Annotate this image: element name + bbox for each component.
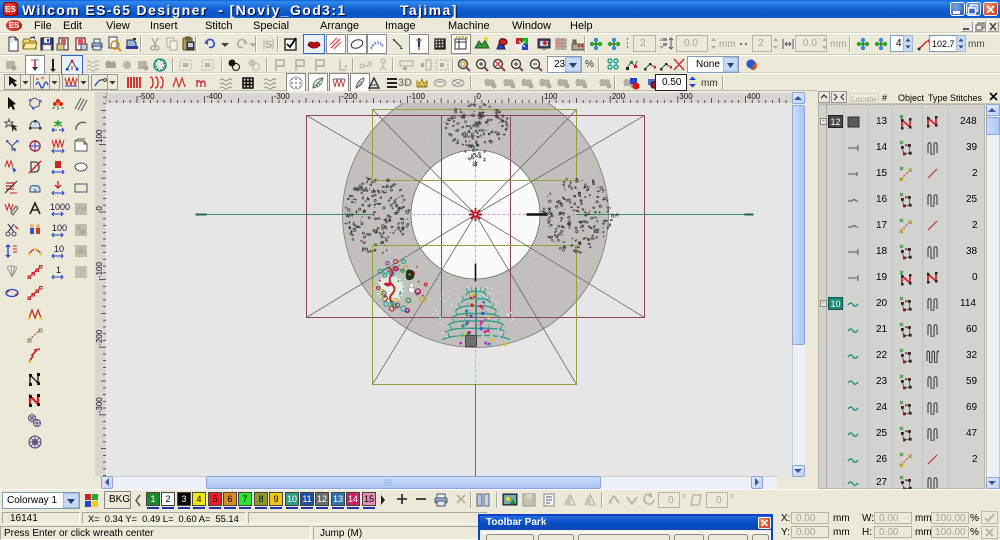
svg-text:-100: -100 [409,92,426,101]
svg-text:100: 100 [544,92,558,101]
svg-text:-200: -200 [341,92,358,101]
svg-text:-500: -500 [139,92,156,101]
svg-text:100: 100 [95,129,104,143]
svg-text:-200: -200 [95,329,104,346]
svg-text:a#: a# [611,213,619,221]
svg-text:300: 300 [679,92,693,101]
svg-text:0: 0 [95,206,104,211]
svg-text:-300: -300 [95,397,104,414]
svg-text:-400: -400 [206,92,223,101]
svg-text:400: 400 [747,92,761,101]
svg-text:10: 10 [54,244,64,254]
svg-text:-100: -100 [95,262,104,279]
svg-text:S: S [265,39,272,51]
svg-text:1: 1 [56,265,61,275]
svg-text:-300: -300 [274,92,291,101]
svg-text:W#: W# [346,213,354,221]
svg-text:200: 200 [612,92,626,101]
svg-text:0: 0 [477,92,482,101]
svg-text:1000: 1000 [50,202,70,212]
svg-text:100: 100 [52,223,67,233]
